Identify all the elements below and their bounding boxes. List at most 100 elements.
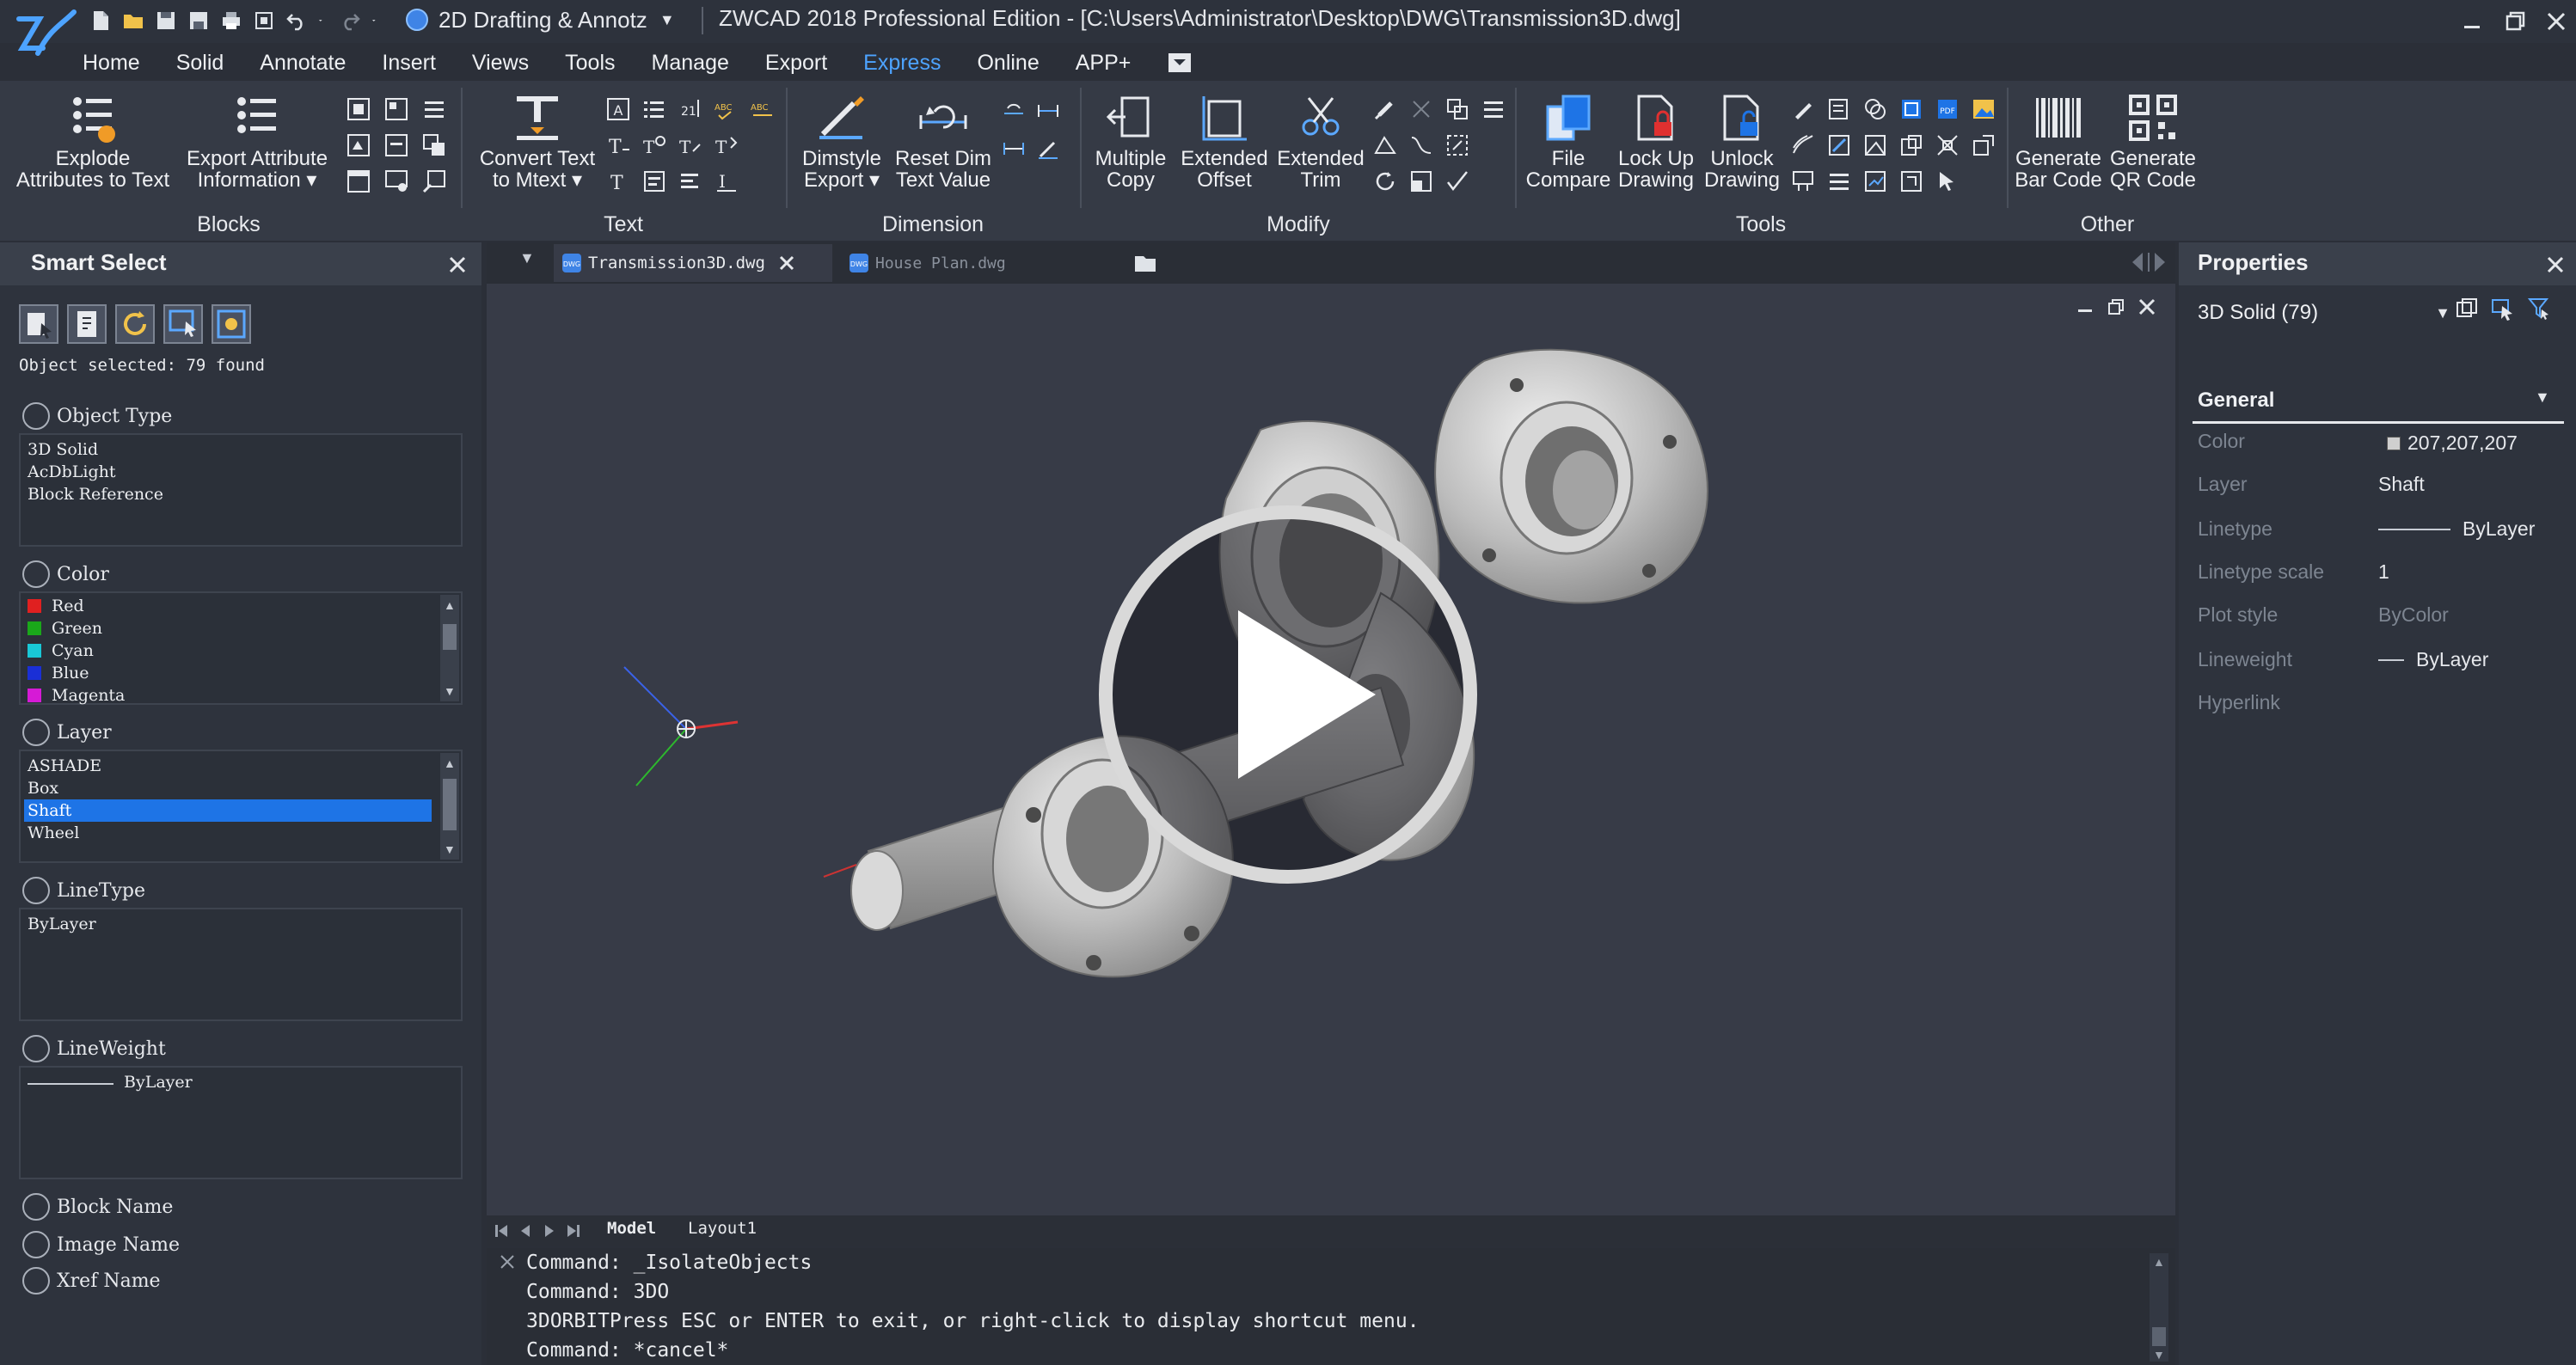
lock-up-drawing-button[interactable]: Lock Up Drawing — [1613, 93, 1699, 191]
lineweight-list[interactable]: ByLayer — [19, 1066, 463, 1179]
list-item[interactable]: Box — [28, 779, 58, 798]
open-folder-icon[interactable] — [122, 9, 144, 32]
menu-app-plus[interactable]: APP+ — [1076, 51, 1132, 76]
select-by-type-icon[interactable] — [19, 304, 58, 344]
file-compare-button[interactable]: File Compare — [1524, 93, 1613, 191]
block-tool-icon[interactable] — [383, 132, 409, 158]
tool-icon[interactable] — [1862, 96, 1888, 122]
list-item[interactable]: Magenta — [28, 686, 125, 705]
tool-icon[interactable] — [1935, 132, 1960, 158]
rotate-icon[interactable] — [1372, 168, 1398, 194]
scroll-up-icon[interactable]: ▲ — [444, 598, 456, 612]
zoom-extents-icon[interactable] — [253, 9, 275, 32]
select-filter-icon[interactable] — [67, 304, 107, 344]
modify-tool-icon[interactable] — [1372, 132, 1398, 158]
prop-linetype-value[interactable]: ByLayer — [2378, 517, 2535, 541]
tool-icon[interactable] — [1790, 168, 1816, 194]
modify-tool-icon[interactable] — [1481, 96, 1506, 122]
selection-dropdown[interactable]: 3D Solid (79) ▼ — [2198, 297, 2450, 328]
text-frame-icon[interactable] — [641, 168, 667, 194]
selected-list-item[interactable]: Shaft — [24, 799, 432, 822]
text-tool-icon[interactable]: T — [605, 168, 631, 194]
save-as-icon[interactable] — [187, 9, 210, 32]
text-tool-icon[interactable]: T — [714, 132, 739, 158]
brush-icon[interactable] — [1372, 96, 1398, 122]
restore-icon[interactable] — [2502, 9, 2528, 34]
tab-model[interactable]: Model — [607, 1219, 656, 1238]
modify-tool-icon[interactable] — [1444, 168, 1470, 194]
menu-insert[interactable]: Insert — [382, 51, 436, 76]
prop-layer-value[interactable]: Shaft — [2378, 473, 2425, 496]
section-xref-name[interactable]: Xref Name — [22, 1267, 161, 1295]
tool-icon[interactable] — [1898, 168, 1924, 194]
dropdown-arrow-icon[interactable] — [318, 9, 328, 32]
color-list[interactable]: Red Green Cyan Blue Magenta ▲ ▼ — [19, 591, 463, 705]
dim-tool-icon[interactable] — [1001, 98, 1027, 124]
minimize-icon[interactable] — [2459, 9, 2485, 34]
undo-icon[interactable] — [285, 9, 308, 32]
pen-icon[interactable] — [1790, 96, 1816, 122]
section-block-name[interactable]: Block Name — [22, 1193, 173, 1221]
block-tool-icon[interactable] — [421, 168, 447, 194]
text-tool-icon[interactable]: A — [605, 96, 631, 122]
layer-list-scrollbar[interactable]: ▲ ▼ — [440, 753, 459, 860]
unlock-drawing-button[interactable]: Unlock Drawing — [1699, 93, 1785, 191]
list-item[interactable]: ByLayer — [124, 1073, 193, 1092]
prop-lineweight-value[interactable]: ByLayer — [2378, 648, 2488, 671]
block-tool-icon[interactable] — [421, 96, 447, 122]
reset-dim-text-value-button[interactable]: Reset Dim Text Value — [889, 93, 997, 191]
tab-layout1[interactable]: Layout1 — [688, 1219, 757, 1238]
dimstyle-export-button[interactable]: Dimstyle Export ▾ — [794, 93, 889, 191]
tool-icon[interactable] — [1862, 132, 1888, 158]
scroll-down-icon[interactable]: ▼ — [444, 842, 456, 856]
tool-icon[interactable] — [1898, 132, 1924, 158]
close-tab-icon[interactable] — [777, 254, 796, 272]
tool-icon[interactable] — [1862, 168, 1888, 194]
dim-edit-icon[interactable] — [1035, 136, 1061, 162]
section-object-type[interactable]: Object Type — [22, 402, 172, 430]
list-item[interactable]: Red — [28, 597, 84, 615]
spell-check-icon[interactable]: ABC — [714, 96, 739, 122]
toggle-pickadd-icon[interactable] — [2454, 296, 2480, 321]
text-underline-icon[interactable]: I — [714, 168, 739, 194]
close-window-icon[interactable] — [2543, 9, 2569, 34]
scrollbar-thumb[interactable] — [443, 779, 457, 830]
modify-tool-icon[interactable] — [1408, 168, 1434, 194]
prop-linetype-scale-value[interactable]: 1 — [2378, 560, 2389, 584]
pdf-icon[interactable]: PDF — [1935, 96, 1960, 122]
section-lineweight[interactable]: LineWeight — [22, 1035, 166, 1062]
cursor-icon[interactable] — [1935, 168, 1960, 194]
erase-icon[interactable] — [1408, 96, 1434, 122]
text-sort-icon[interactable]: 21 — [678, 96, 703, 122]
tool-icon[interactable] — [1971, 132, 1996, 158]
tool-icon[interactable] — [1826, 168, 1852, 194]
select-objects-icon[interactable] — [2490, 296, 2516, 321]
play-video-icon[interactable] — [1094, 500, 1482, 889]
menu-home[interactable]: Home — [83, 51, 140, 76]
select-window-icon[interactable] — [163, 304, 203, 344]
list-item[interactable]: Cyan — [28, 641, 94, 660]
image-icon[interactable] — [1971, 96, 1996, 122]
extended-offset-button[interactable]: Extended Offset — [1176, 93, 1273, 191]
block-tool-icon[interactable] — [421, 132, 447, 158]
generate-bar-code-button[interactable]: Generate Bar Code — [2010, 93, 2107, 191]
scroll-up-icon[interactable]: ▲ — [2153, 1255, 2165, 1269]
scroll-up-icon[interactable]: ▲ — [444, 756, 456, 770]
scrollbar-thumb[interactable] — [443, 624, 457, 650]
linetype-list[interactable]: ByLayer — [19, 908, 463, 1021]
dim-tool-icon[interactable] — [1035, 98, 1061, 124]
numbered-list-icon[interactable] — [641, 96, 667, 122]
quick-select-icon[interactable] — [2526, 296, 2552, 321]
convert-text-to-mtext-button[interactable]: Convert Text to Mtext ▾ — [469, 93, 605, 191]
extended-trim-button[interactable]: Extended Trim — [1273, 93, 1369, 191]
block-tool-icon[interactable] — [383, 96, 409, 122]
close-icon[interactable] — [2545, 254, 2566, 275]
next-layout-icon[interactable] — [542, 1222, 557, 1240]
generate-qr-code-button[interactable]: Generate QR Code — [2105, 93, 2201, 191]
menu-solid[interactable]: Solid — [176, 51, 224, 76]
section-linetype[interactable]: LineType — [22, 877, 145, 904]
first-layout-icon[interactable] — [494, 1222, 509, 1240]
text-tool-icon[interactable]: T — [678, 132, 703, 158]
tab-house-plan[interactable]: DWG House Plan.dwg — [843, 244, 1066, 282]
tool-icon[interactable] — [1826, 132, 1852, 158]
